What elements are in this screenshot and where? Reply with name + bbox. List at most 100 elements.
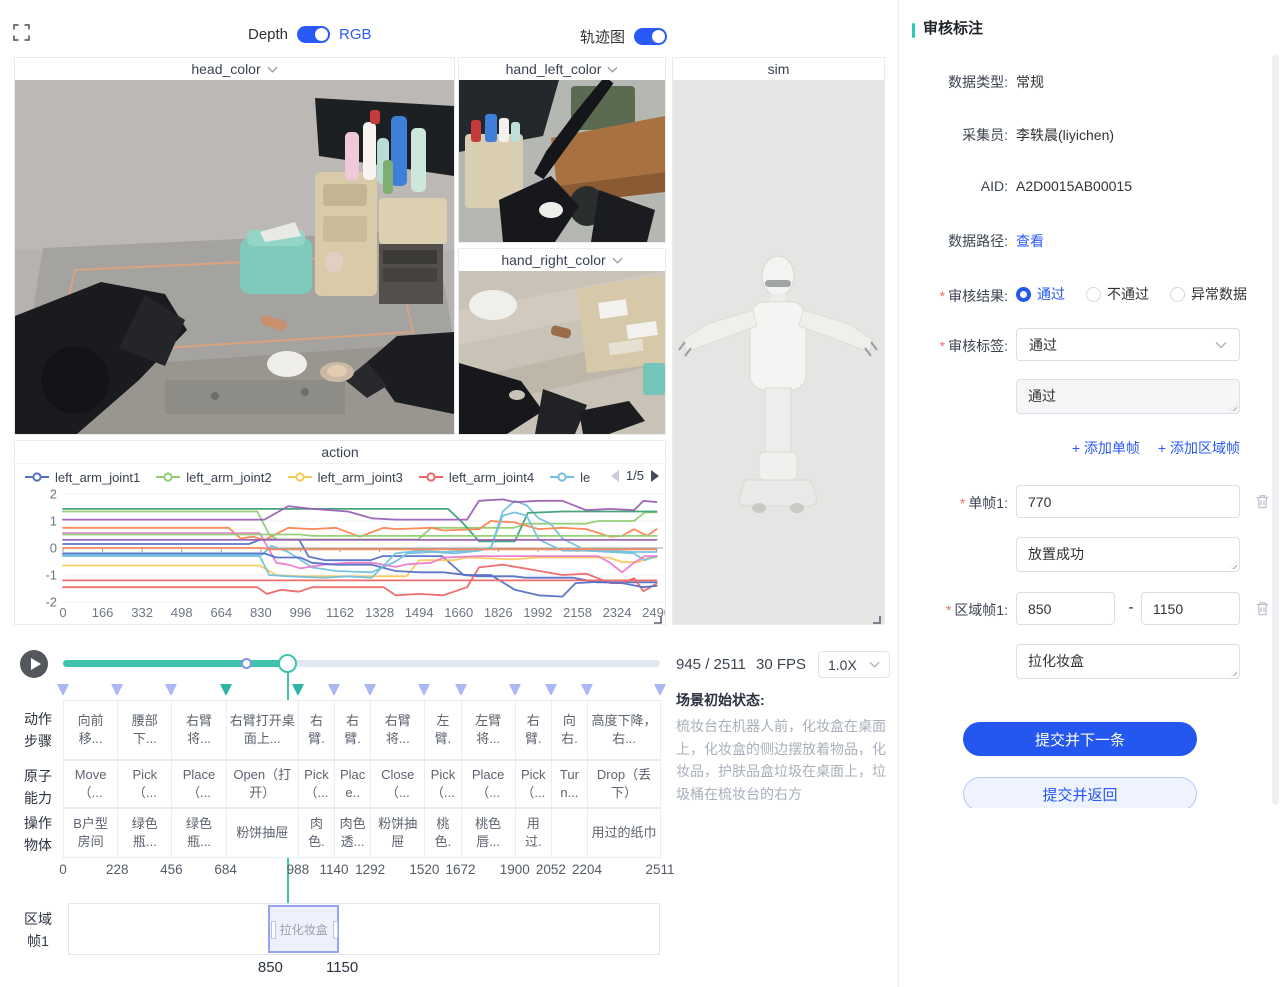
step-cell: [551, 808, 588, 858]
single-frame-input[interactable]: [1016, 485, 1240, 518]
trash-icon[interactable]: [1254, 600, 1271, 617]
region-frame-block[interactable]: 拉化妆盒: [268, 905, 339, 953]
step-boundary-marker[interactable]: [55, 683, 71, 697]
hand-right-color-title[interactable]: hand_right_color: [459, 249, 665, 272]
chevron-down-icon: [612, 257, 623, 264]
step-boundary-marker[interactable]: [290, 683, 306, 697]
tag-note-textarea[interactable]: 通过: [1016, 379, 1240, 414]
submit-next-button[interactable]: 提交并下一条: [963, 722, 1197, 756]
step-cell: Place（...: [171, 760, 226, 808]
scene-initial-state: 场景初始状态: 梳妆台在机器人前，化妆盒在桌面上，化妆盒的侧边摆放着物品，化妆品…: [676, 690, 893, 806]
submit-return-button[interactable]: 提交并返回: [963, 777, 1197, 808]
step-cell: 左臂.: [424, 700, 461, 760]
step-boundary-marker[interactable]: [416, 683, 432, 697]
legend-marker-icon: [550, 472, 574, 482]
review-panel-title: 审核标注: [923, 17, 983, 38]
add-single-frame-link[interactable]: + 添加单帧: [1072, 438, 1140, 458]
step-cell: 绿色瓶...: [117, 808, 172, 858]
radio-option[interactable]: 不通过: [1086, 284, 1149, 304]
legend-page-indicator: 1/5: [626, 468, 644, 483]
legend-label: left_arm_joint4: [449, 470, 534, 485]
legend-item[interactable]: le: [550, 470, 590, 485]
region-note-textarea[interactable]: 拉化妆盒: [1016, 644, 1240, 679]
add-region-frame-link[interactable]: + 添加区域帧: [1158, 438, 1240, 458]
hand-left-color-image: [459, 80, 665, 242]
resize-handle-icon[interactable]: [652, 611, 662, 621]
play-button[interactable]: [20, 650, 48, 678]
legend-prev-icon[interactable]: [611, 470, 619, 482]
step-cell: 绿色瓶...: [171, 808, 226, 858]
step-boundary-marker[interactable]: [652, 683, 668, 697]
svg-text:1328: 1328: [365, 605, 394, 620]
svg-text:1992: 1992: [523, 605, 552, 620]
field-value-link[interactable]: 查看: [1016, 231, 1044, 251]
timeline-slider-handle[interactable]: [278, 654, 297, 673]
head-color-image: [15, 80, 454, 434]
required-mark: *: [940, 288, 945, 304]
legend-item[interactable]: left_arm_joint4: [419, 470, 534, 485]
chevron-down-icon: [607, 66, 618, 73]
result-radio-group: 通过 不通过 异常数据: [1016, 284, 1247, 304]
trajectory-switch[interactable]: [634, 28, 667, 45]
hand-left-color-title[interactable]: hand_left_color: [459, 58, 665, 81]
chevron-down-icon: [869, 661, 880, 668]
resize-handle-icon[interactable]: [871, 611, 881, 621]
row-label-action-steps: 动作步骤: [20, 708, 56, 753]
region-end-input[interactable]: [1141, 592, 1240, 625]
single-frame-dot-marker[interactable]: [241, 658, 252, 669]
head-color-title[interactable]: head_color: [15, 58, 454, 81]
legend-item[interactable]: left_arm_joint1: [25, 470, 140, 485]
step-boundary-marker[interactable]: [543, 683, 559, 697]
legend-next-icon[interactable]: [651, 470, 659, 482]
step-boundary-marker[interactable]: [453, 683, 469, 697]
radio-option[interactable]: 通过: [1016, 284, 1065, 304]
step-boundary-marker[interactable]: [163, 683, 179, 697]
step-cell: Turn...: [551, 760, 588, 808]
radio-icon[interactable]: [1086, 287, 1101, 302]
region-frame-track[interactable]: [68, 903, 660, 955]
radio-icon[interactable]: [1016, 287, 1031, 302]
single-frame-note-textarea[interactable]: 放置成功: [1016, 537, 1240, 572]
single-frame-label: *单帧1:: [905, 493, 1008, 513]
radio-option[interactable]: 异常数据: [1170, 284, 1247, 304]
svg-text:332: 332: [131, 605, 153, 620]
region-right-handle[interactable]: [333, 921, 338, 939]
svg-text:996: 996: [290, 605, 312, 620]
required-mark: *: [940, 338, 945, 354]
hand-left-color-label: hand_left_color: [506, 61, 602, 77]
playback-speed-value: 1.0X: [828, 657, 857, 673]
scrollbar-thumb[interactable]: [1272, 55, 1279, 805]
svg-text:498: 498: [171, 605, 193, 620]
step-cell: 肉色透...: [334, 808, 371, 858]
review-tag-select[interactable]: 通过: [1016, 328, 1240, 361]
fps-label: 30 FPS: [756, 656, 806, 673]
playback-speed-select[interactable]: 1.0X: [818, 651, 890, 678]
radio-icon[interactable]: [1170, 287, 1185, 302]
field-label: 数据类型:: [905, 72, 1008, 92]
step-cell: Move（...: [63, 760, 118, 808]
row-label-objects: 操作物体: [20, 812, 56, 857]
region-start-input[interactable]: [1016, 592, 1115, 625]
action-chart-panel: action left_arm_joint1left_arm_joint2lef…: [14, 440, 666, 625]
radio-label: 不通过: [1107, 284, 1149, 304]
step-boundary-marker[interactable]: [326, 683, 342, 697]
legend-item[interactable]: left_arm_joint2: [156, 470, 271, 485]
depth-rgb-switch[interactable]: [297, 26, 330, 43]
step-boundary-marker[interactable]: [218, 683, 234, 697]
step-boundary-marker[interactable]: [109, 683, 125, 697]
chart-legend: left_arm_joint1 left_arm_joint2 left_arm_j…: [25, 466, 605, 488]
step-boundary-marker[interactable]: [362, 683, 378, 697]
step-boundary-marker[interactable]: [579, 683, 595, 697]
svg-text:-1: -1: [45, 568, 57, 583]
step-cell: Close（...: [370, 760, 425, 808]
frame-axis-label: 2511: [637, 862, 683, 877]
svg-text:2: 2: [50, 487, 57, 502]
frame-axis-label: 456: [148, 862, 194, 877]
depth-rgb-toggle-group: Depth RGB: [248, 26, 372, 43]
region-left-handle[interactable]: [271, 921, 276, 939]
trash-icon[interactable]: [1254, 493, 1271, 510]
legend-item[interactable]: left_arm_joint3: [288, 470, 403, 485]
fullscreen-icon[interactable]: [13, 24, 30, 41]
svg-text:1494: 1494: [405, 605, 434, 620]
step-boundary-marker[interactable]: [507, 683, 523, 697]
